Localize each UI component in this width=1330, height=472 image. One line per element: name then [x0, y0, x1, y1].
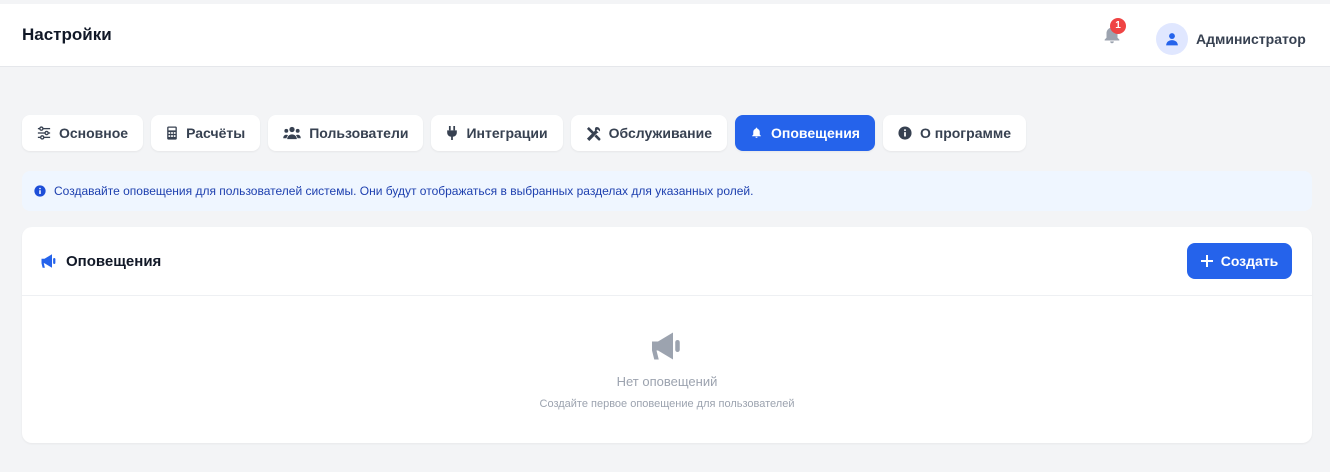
card-header: Оповещения Создать [22, 227, 1312, 296]
info-banner: Создавайте оповещения для пользователей … [22, 171, 1312, 211]
user-icon [1166, 33, 1178, 46]
tab-general[interactable]: Основное [22, 115, 144, 151]
tab-label: Основное [59, 125, 129, 141]
tab-label: О программе [919, 125, 1011, 141]
notification-badge: 1 [1110, 18, 1126, 34]
tools-icon [586, 126, 601, 141]
settings-tabs: Основное Расчёты Пользователи Интеграции… [22, 115, 1026, 151]
tab-calculations[interactable]: Расчёты [151, 115, 261, 151]
info-circle-icon [898, 126, 912, 140]
users-icon [283, 126, 301, 140]
info-banner-text: Создавайте оповещения для пользователей … [54, 184, 754, 198]
tab-label: Оповещения [771, 125, 860, 141]
tab-integrations[interactable]: Интеграции [431, 115, 563, 151]
sliders-icon [37, 126, 51, 140]
tab-label: Расчёты [186, 125, 246, 141]
megaphone-icon [652, 332, 680, 360]
tab-users[interactable]: Пользователи [268, 115, 424, 151]
tab-about[interactable]: О программе [882, 115, 1026, 151]
calculator-icon [167, 126, 177, 140]
empty-state-subtitle: Создайте первое оповещение для пользоват… [539, 398, 795, 410]
create-button[interactable]: Создать [1187, 243, 1292, 279]
tab-label: Интеграции [466, 125, 548, 141]
plus-icon [1200, 255, 1213, 267]
plug-icon [447, 126, 458, 140]
create-button-label: Создать [1220, 253, 1279, 269]
tab-notifications[interactable]: Оповещения [735, 115, 875, 151]
tab-label: Обслуживание [608, 125, 713, 141]
card-title: Оповещения [66, 253, 162, 270]
avatar[interactable] [1156, 23, 1188, 55]
bell-icon [752, 127, 761, 138]
user-name[interactable]: Администратор [1196, 31, 1306, 47]
empty-state-title: Нет оповещений [616, 374, 718, 389]
top-bar: Настройки 1 Администратор [0, 4, 1330, 67]
page-title: Настройки [22, 25, 112, 44]
tab-label: Пользователи [309, 125, 409, 141]
info-circle-icon [34, 185, 46, 197]
tab-maintenance[interactable]: Обслуживание [570, 115, 728, 151]
megaphone-icon [41, 254, 56, 268]
notifications-card: Оповещения Создать Нет оповещений Создай… [22, 227, 1312, 443]
